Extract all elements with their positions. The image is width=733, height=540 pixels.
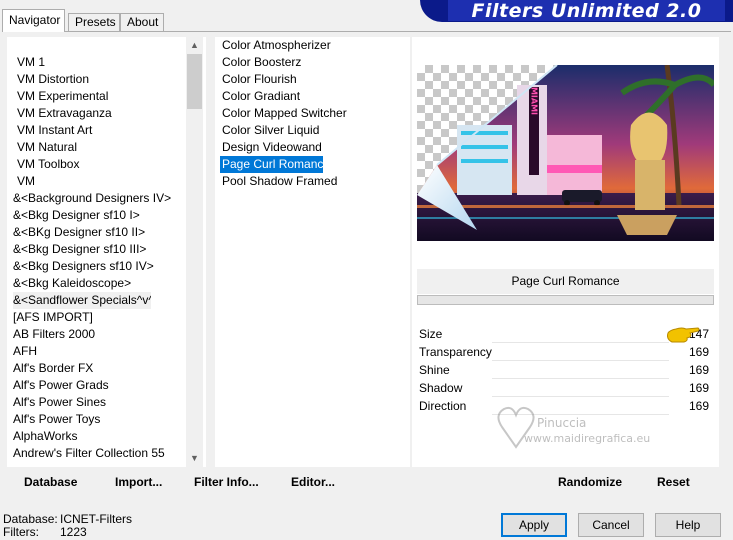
scroll-down-icon[interactable]: ▼: [186, 450, 203, 467]
param-size[interactable]: Size 147: [417, 325, 714, 343]
param-shine-slider[interactable]: [492, 361, 669, 379]
category-item[interactable]: VM Extravaganza: [13, 105, 191, 122]
filter-item[interactable]: Pool Shadow Framed: [220, 173, 405, 190]
editor-button[interactable]: Editor...: [291, 475, 335, 489]
filter-list[interactable]: Color Atmospherizer Color Boosterz Color F…: [220, 37, 405, 190]
category-item[interactable]: Andrew's Filter Collection 55: [13, 445, 191, 462]
category-item[interactable]: VM Toolbox: [13, 156, 191, 173]
param-shadow-value: 169: [688, 381, 709, 395]
category-item[interactable]: &<Bkg Designers sf10 IV>: [13, 258, 191, 275]
param-transparency[interactable]: Transparency 169: [417, 343, 714, 361]
status-area: Database: ICNET-Filters Filters: 1223: [3, 513, 132, 539]
reset-button[interactable]: Reset: [657, 475, 690, 489]
category-item[interactable]: Alf's Border FX: [13, 360, 191, 377]
watermark-site: www.maidiregrafica.eu: [524, 432, 650, 445]
category-item[interactable]: VM: [13, 173, 191, 190]
scroll-up-icon[interactable]: ▲: [186, 37, 203, 54]
filter-info-button[interactable]: Filter Info...: [194, 475, 259, 489]
category-list[interactable]: VM 1 VM Distortion VM Experimental VM Extra…: [13, 54, 191, 462]
category-item[interactable]: VM 1: [13, 54, 191, 71]
param-shine[interactable]: Shine 169: [417, 361, 714, 379]
category-item[interactable]: &<BKg Designer sf10 II>: [13, 224, 191, 241]
import-button[interactable]: Import...: [115, 475, 162, 489]
status-filters-value: 1223: [60, 525, 87, 539]
category-item[interactable]: [AFS IMPORT]: [13, 309, 191, 326]
category-item[interactable]: VM Natural: [13, 139, 191, 156]
param-transparency-label: Transparency: [419, 345, 492, 359]
apply-button[interactable]: Apply: [501, 513, 567, 537]
tab-presets[interactable]: Presets: [68, 13, 120, 31]
cancel-button[interactable]: Cancel: [578, 513, 644, 537]
category-scrollbar[interactable]: ▲ ▼: [186, 37, 203, 467]
filter-item[interactable]: Page Curl Romance: [220, 156, 323, 173]
category-item[interactable]: AlphaWorks: [13, 428, 191, 445]
category-item[interactable]: Alf's Power Sines: [13, 394, 191, 411]
param-transparency-value: 169: [688, 345, 709, 359]
randomize-button[interactable]: Randomize: [558, 475, 622, 489]
bottom-toolbar: Database Import... Filter Info... Editor…: [7, 470, 719, 496]
scroll-thumb[interactable]: [187, 54, 202, 109]
filter-item[interactable]: Color Boosterz: [220, 54, 405, 71]
filter-list-panel[interactable]: Color Atmospherizer Color Boosterz Color F…: [215, 37, 410, 467]
filter-item[interactable]: Color Flourish: [220, 71, 405, 88]
preview-image: MIAMI: [417, 65, 714, 241]
category-item[interactable]: &<Bkg Designer sf10 I>: [13, 207, 191, 224]
preview-artwork: MIAMI: [417, 65, 714, 241]
param-shadow[interactable]: Shadow 169: [417, 379, 714, 397]
tab-panel-border: [2, 31, 731, 32]
category-item[interactable]: VM Instant Art: [13, 122, 191, 139]
filter-progress-bar: [417, 295, 714, 305]
watermark-logo: Pinuccia www.maidiregrafica.eu: [497, 406, 650, 449]
param-shadow-slider[interactable]: [492, 379, 669, 397]
param-size-label: Size: [419, 327, 443, 341]
param-shadow-label: Shadow: [419, 381, 463, 395]
filter-name-display: Page Curl Romance: [417, 269, 714, 294]
filter-item[interactable]: Color Gradiant: [220, 88, 405, 105]
help-button[interactable]: Help: [655, 513, 721, 537]
category-list-panel[interactable]: VM 1 VM Distortion VM Experimental VM Extra…: [7, 37, 206, 467]
category-item[interactable]: Alf's Power Grads: [13, 377, 191, 394]
filter-item[interactable]: Color Mapped Switcher: [220, 105, 405, 122]
param-direction-label: Direction: [419, 399, 467, 413]
database-button[interactable]: Database: [24, 475, 77, 489]
category-item[interactable]: AFH: [13, 343, 191, 360]
watermark-name: Pinuccia: [537, 416, 586, 430]
category-item[interactable]: AB Filters 2000: [13, 326, 191, 343]
category-item[interactable]: &<Background Designers IV>: [13, 190, 191, 207]
filter-item[interactable]: Color Atmospherizer: [220, 37, 405, 54]
param-shine-label: Shine: [419, 363, 450, 377]
param-transparency-slider[interactable]: [492, 343, 669, 361]
filter-settings-panel: MIAMI Page Curl Romance Size 147 Transpa…: [412, 37, 719, 467]
category-item[interactable]: Alf's Power Toys: [13, 411, 191, 428]
filter-item[interactable]: Color Silver Liquid: [220, 122, 405, 139]
filter-item[interactable]: Design Videowand: [220, 139, 405, 156]
category-item[interactable]: &<Bkg Kaleidoscope>: [13, 275, 191, 292]
param-shine-value: 169: [688, 363, 709, 377]
category-item[interactable]: &<Sandflower Specials^v^ >: [13, 292, 151, 309]
param-size-slider[interactable]: [492, 325, 669, 343]
category-item[interactable]: &<Bkg Designer sf10 III>: [13, 241, 191, 258]
preview-sign: MIAMI: [530, 87, 539, 115]
pointing-hand-icon: [667, 327, 700, 343]
app-title: Filters Unlimited 2.0: [448, 0, 725, 22]
category-item[interactable]: VM Distortion: [13, 71, 191, 88]
tab-navigator[interactable]: Navigator: [2, 9, 65, 32]
tab-about[interactable]: About: [120, 13, 164, 31]
category-item[interactable]: VM Experimental: [13, 88, 191, 105]
status-filters-label: Filters:: [3, 525, 39, 539]
